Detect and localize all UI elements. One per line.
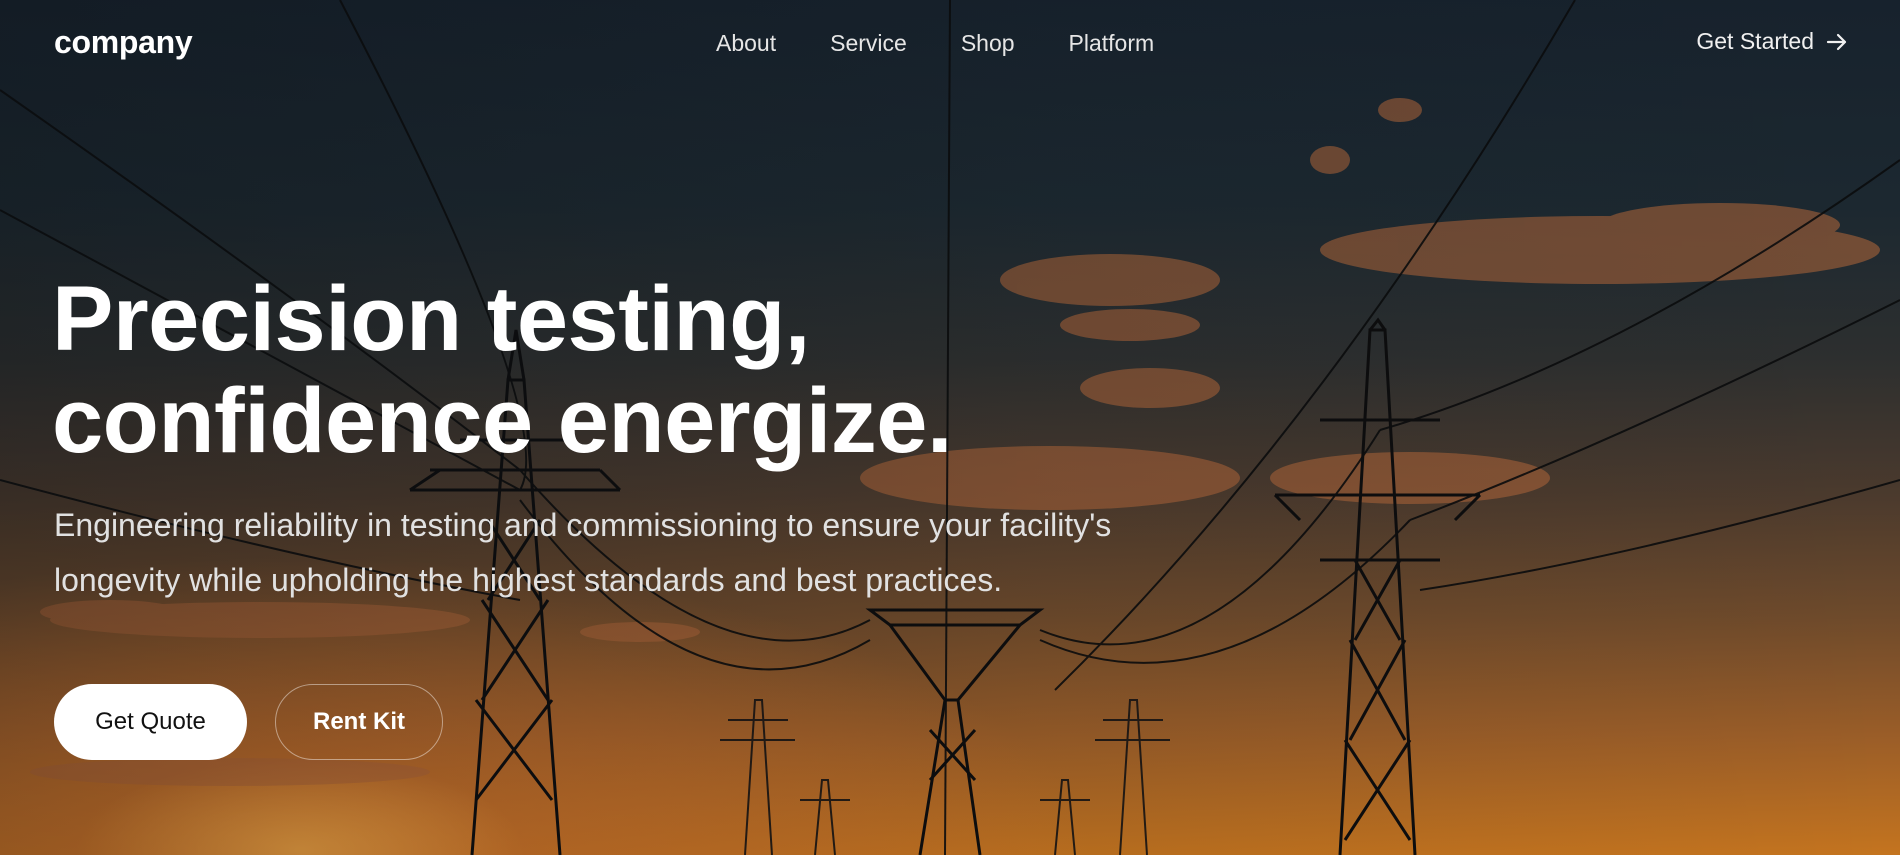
nav-menu: About Service Shop Platform — [716, 30, 1154, 57]
hero-headline-line-2: confidence energize. — [52, 370, 953, 472]
get-started-link[interactable]: Get Started — [1696, 28, 1848, 55]
get-quote-button[interactable]: Get Quote — [54, 684, 247, 760]
nav-item-about[interactable]: About — [716, 30, 776, 57]
company-logo[interactable]: company — [54, 24, 193, 61]
nav-item-service[interactable]: Service — [830, 30, 907, 57]
hero-headline-line-1: Precision testing, — [52, 268, 810, 370]
nav-item-platform[interactable]: Platform — [1069, 30, 1155, 57]
nav-item-shop[interactable]: Shop — [961, 30, 1015, 57]
hero-buttons: Get Quote Rent Kit — [54, 684, 443, 760]
get-started-label: Get Started — [1696, 28, 1814, 54]
hero-section: company About Service Shop Platform Get … — [0, 0, 1900, 855]
top-navigation: company About Service Shop Platform Get … — [0, 0, 1900, 88]
rent-kit-button[interactable]: Rent Kit — [275, 684, 443, 760]
hero-subtext-line-2: longevity while upholding the highest st… — [54, 562, 1003, 598]
hero-subtext: Engineering reliability in testing and c… — [54, 498, 1314, 608]
hero-subtext-line-1: Engineering reliability in testing and c… — [54, 507, 1112, 543]
hero-headline: Precision testing, confidence energize. — [52, 268, 953, 472]
arrow-right-icon — [1826, 33, 1847, 50]
